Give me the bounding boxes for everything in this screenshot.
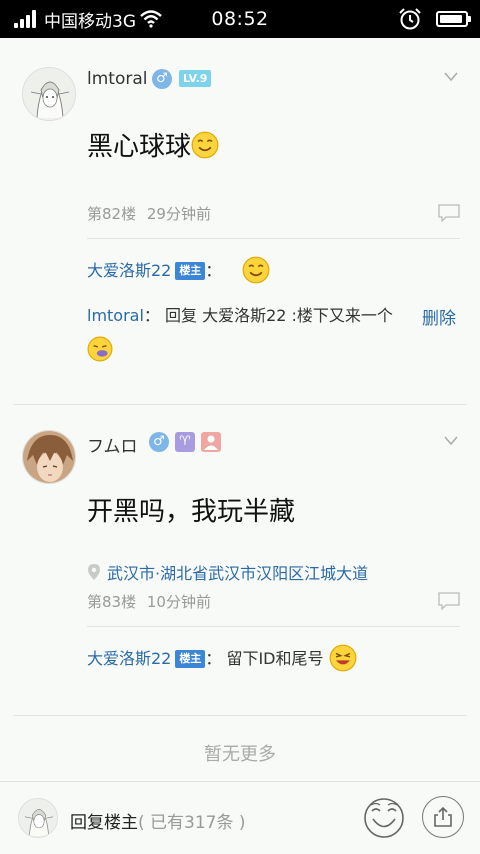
smiley-icon — [243, 256, 270, 284]
host-tag: 楼主 — [175, 650, 206, 668]
reply-author[interactable]: 大爱洛斯22 — [87, 649, 171, 668]
floor-label: 第83楼 — [87, 593, 137, 611]
avatar-sketch-image — [23, 68, 75, 120]
location-pin-icon — [88, 564, 100, 580]
delete-link[interactable]: 删除 — [422, 304, 456, 329]
avatar-anime-image — [23, 431, 75, 483]
no-more-label: 暂无更多 — [204, 744, 276, 765]
avatar-sketch-image — [19, 799, 57, 837]
reply-text: ： 留下ID和尾号 — [205, 649, 324, 668]
reply-host-label: 回复楼主 — [70, 813, 138, 833]
username[interactable]: フムロ — [87, 432, 138, 457]
avatar[interactable] — [22, 67, 76, 121]
grinning-face-icon — [329, 644, 357, 672]
divider — [87, 626, 460, 627]
post-meta: 第83楼 10分钟前 — [87, 591, 211, 612]
comment-icon[interactable] — [438, 592, 460, 610]
reply-item[interactable]: lmtoral： 回复 大爱洛斯22 :楼下又来一个 — [87, 299, 407, 367]
post-82: lmtoral ♂ LV.9 黑心球球 第82楼 29分钟前 大爱洛斯22 楼主：… — [0, 38, 480, 404]
smiley-icon[interactable] — [362, 796, 406, 840]
smiley-icon — [191, 131, 219, 159]
bottom-reply-bar: 回复楼主( 已有317条 ) — [0, 781, 480, 854]
male-icon: ♂ — [149, 432, 169, 452]
person-icon — [201, 432, 221, 452]
reply-text: ： 回复 大爱洛斯22 :楼下又来一个 — [143, 306, 393, 325]
divider — [87, 238, 460, 239]
post-meta: 第82楼 29分钟前 — [87, 203, 211, 224]
reply-item[interactable]: 大爱洛斯22 楼主： — [87, 254, 270, 288]
alarm-icon — [399, 8, 421, 30]
battery-fill — [440, 15, 462, 23]
username[interactable]: lmtoral — [87, 69, 147, 89]
my-avatar[interactable] — [18, 798, 58, 838]
floor-label: 第82楼 — [87, 205, 137, 223]
post-content-text: 黑心球球 — [87, 132, 192, 162]
level-badge: LV.9 — [179, 70, 212, 87]
post-time: 10分钟前 — [146, 593, 211, 611]
share-button[interactable] — [422, 796, 464, 838]
list-end-separator — [14, 715, 466, 716]
chevron-down-icon[interactable] — [444, 436, 458, 446]
reply-host-input[interactable]: 回复楼主( 已有317条 ) — [70, 808, 246, 833]
location-link[interactable]: 武汉市·湖北省武汉市汉阳区江城大道 — [87, 560, 368, 584]
host-tag: 楼主 — [175, 262, 206, 280]
post-content: 开黑吗，我玩半藏 — [87, 497, 296, 527]
sick-face-icon — [87, 336, 113, 362]
male-icon: ♂ — [152, 69, 172, 89]
battery-icon — [436, 11, 471, 27]
reply-author[interactable]: lmtoral — [87, 306, 144, 325]
person-glyph — [204, 435, 218, 450]
post-content: 黑心球球 — [87, 126, 219, 163]
reply-text: ： — [205, 261, 222, 280]
reply-count: ( 已有317条 ) — [138, 813, 246, 833]
post-time: 29分钟前 — [146, 205, 211, 223]
share-icon — [434, 806, 452, 827]
chevron-down-icon[interactable] — [444, 72, 458, 82]
reply-item[interactable]: 大爱洛斯22 楼主： 留下ID和尾号 — [87, 642, 357, 676]
status-right — [398, 7, 471, 31]
status-bar: 中国移动3G 08:52 — [0, 0, 480, 38]
comment-icon[interactable] — [438, 204, 460, 222]
post-83: フムロ ♂ ♈ 开黑吗，我玩半藏 武汉市·湖北省武汉市汉阳区江城大道 第83楼 … — [0, 405, 480, 715]
reply-author[interactable]: 大爱洛斯22 — [87, 261, 171, 280]
aries-icon: ♈ — [175, 432, 195, 452]
location-text: 武汉市·湖北省武汉市汉阳区江城大道 — [107, 564, 369, 583]
avatar[interactable] — [22, 430, 76, 484]
